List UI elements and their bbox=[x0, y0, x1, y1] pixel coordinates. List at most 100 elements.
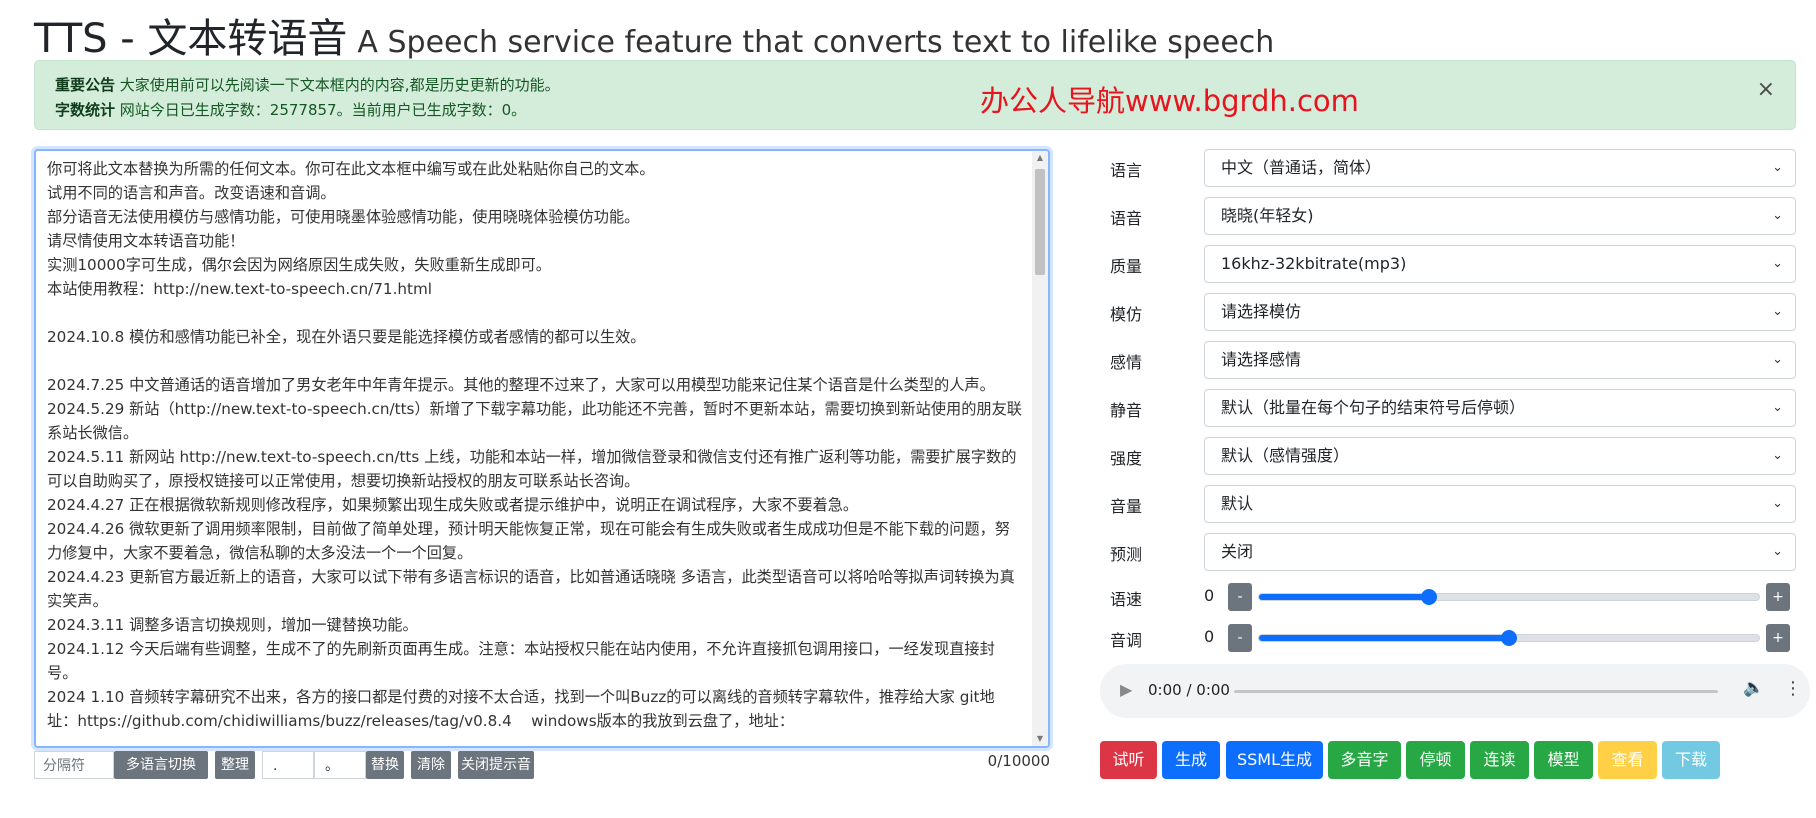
polyphone-button[interactable]: 多音字 bbox=[1328, 741, 1401, 779]
prediction-select[interactable]: 关闭 ⌄ bbox=[1204, 533, 1796, 571]
replace-input[interactable]: 。 bbox=[314, 751, 366, 779]
announcement-alert: 重要公告 大家使用前可以先阅读一下文本框内的内容,都是历史更新的功能。 字数统计… bbox=[34, 60, 1796, 130]
imitation-select[interactable]: 请选择模仿 ⌄ bbox=[1204, 293, 1796, 331]
pitch-value: 0 bbox=[1204, 627, 1215, 646]
model-button[interactable]: 模型 bbox=[1534, 741, 1593, 779]
play-icon[interactable]: ▶ bbox=[1120, 680, 1132, 699]
pitch-slider-thumb[interactable] bbox=[1501, 630, 1517, 646]
emotion-select[interactable]: 请选择感情 ⌄ bbox=[1204, 341, 1796, 379]
setting-label: 预测 bbox=[1110, 545, 1143, 564]
stats-text: 网站今日已生成字数：2577857。当前用户已生成字数：0。 bbox=[119, 101, 527, 119]
select-value: 默认（批量在每个句子的结束符号后停顿） bbox=[1221, 398, 1526, 417]
pitch-slider-fill bbox=[1259, 635, 1509, 641]
notice-line: 重要公告 大家使用前可以先阅读一下文本框内的内容,都是历史更新的功能。 bbox=[55, 74, 560, 95]
setting-label: 强度 bbox=[1110, 449, 1143, 468]
clear-button[interactable]: 清除 bbox=[411, 751, 451, 779]
page-header: TTS - 文本转语音 A Speech service feature tha… bbox=[34, 6, 1274, 62]
select-value: 关闭 bbox=[1221, 542, 1254, 561]
rate-slider-row: 语速 0 - + bbox=[1100, 583, 1796, 611]
setting-label: 静音 bbox=[1110, 401, 1143, 420]
rate-label: 语速 bbox=[1110, 590, 1143, 609]
select-value: 请选择模仿 bbox=[1221, 302, 1302, 321]
select-value: 默认（感情强度） bbox=[1221, 446, 1350, 465]
scroll-up-icon[interactable]: ▲ bbox=[1032, 151, 1048, 165]
char-counter: 0/10000 bbox=[987, 752, 1050, 770]
setting-label: 质量 bbox=[1110, 257, 1143, 276]
replace-button[interactable]: 替换 bbox=[366, 751, 404, 779]
audio-player: ▶ 0:00 / 0:00 🔈 ⋮ bbox=[1100, 664, 1810, 718]
chevron-down-icon: ⌄ bbox=[1772, 544, 1783, 559]
stats-line: 字数统计 网站今日已生成字数：2577857。当前用户已生成字数：0。 bbox=[55, 99, 526, 120]
watermark-text: 办公人导航www.bgrdh.com bbox=[980, 84, 1359, 118]
separator-input[interactable]: 分隔符 bbox=[34, 751, 114, 779]
multi-language-switch-button[interactable]: 多语言切换 bbox=[114, 751, 208, 779]
generate-button[interactable]: 生成 bbox=[1162, 741, 1220, 779]
setting-row-imitation: 模仿 请选择模仿 ⌄ bbox=[1100, 293, 1796, 331]
select-value: 晓晓(年轻女) bbox=[1221, 206, 1314, 225]
ssml-generate-button[interactable]: SSML生成 bbox=[1226, 741, 1323, 779]
rate-value: 0 bbox=[1204, 586, 1215, 605]
chevron-down-icon: ⌄ bbox=[1772, 256, 1783, 271]
rate-decrease-button[interactable]: - bbox=[1228, 583, 1252, 611]
pitch-decrease-button[interactable]: - bbox=[1228, 624, 1252, 652]
pitch-label: 音调 bbox=[1110, 631, 1143, 650]
find-input[interactable]: . bbox=[262, 751, 314, 779]
close-prompt-sound-button[interactable]: 关闭提示音 bbox=[458, 751, 534, 779]
select-value: 请选择感情 bbox=[1221, 350, 1302, 369]
setting-row-emotion: 感情 请选择感情 ⌄ bbox=[1100, 341, 1796, 379]
page-subtitle: A Speech service feature that converts t… bbox=[357, 25, 1275, 60]
liaison-button[interactable]: 连读 bbox=[1470, 741, 1529, 779]
view-button[interactable]: 查看 bbox=[1598, 741, 1657, 779]
volume-icon[interactable]: 🔈 bbox=[1743, 678, 1764, 698]
chevron-down-icon: ⌄ bbox=[1772, 160, 1783, 175]
setting-label: 模仿 bbox=[1110, 305, 1143, 324]
chevron-down-icon: ⌄ bbox=[1772, 448, 1783, 463]
notice-text: 大家使用前可以先阅读一下文本框内的内容,都是历史更新的功能。 bbox=[119, 76, 560, 94]
more-options-icon[interactable]: ⋮ bbox=[1784, 678, 1802, 699]
scroll-down-icon[interactable]: ▼ bbox=[1032, 732, 1048, 746]
silence-select[interactable]: 默认（批量在每个句子的结束符号后停顿） ⌄ bbox=[1204, 389, 1796, 427]
rate-slider-thumb[interactable] bbox=[1420, 589, 1437, 605]
rate-slider-track[interactable] bbox=[1258, 593, 1760, 601]
voice-select[interactable]: 晓晓(年轻女) ⌄ bbox=[1204, 197, 1796, 235]
chevron-down-icon: ⌄ bbox=[1772, 496, 1783, 511]
select-value: 16khz-32kbitrate(mp3) bbox=[1221, 254, 1407, 273]
setting-row-prediction: 预测 关闭 ⌄ bbox=[1100, 533, 1796, 571]
quality-select[interactable]: 16khz-32kbitrate(mp3) ⌄ bbox=[1204, 245, 1796, 283]
intensity-select[interactable]: 默认（感情强度） ⌄ bbox=[1204, 437, 1796, 475]
language-select[interactable]: 中文（普通话，简体） ⌄ bbox=[1204, 149, 1796, 187]
chevron-down-icon: ⌄ bbox=[1772, 400, 1783, 415]
audio-time: 0:00 / 0:00 bbox=[1148, 681, 1230, 699]
pitch-slider-row: 音调 0 - + bbox=[1100, 624, 1796, 652]
select-value: 默认 bbox=[1221, 494, 1254, 513]
chevron-down-icon: ⌄ bbox=[1772, 352, 1783, 367]
rate-increase-button[interactable]: + bbox=[1766, 583, 1790, 611]
close-icon[interactable]: × bbox=[1757, 77, 1775, 102]
scroll-thumb[interactable] bbox=[1035, 169, 1045, 275]
pitch-increase-button[interactable]: + bbox=[1766, 624, 1790, 652]
setting-row-language: 语言 中文（普通话，简体） ⌄ bbox=[1100, 149, 1796, 187]
text-input-area[interactable]: 你可将此文本替换为所需的任何文本。你可在此文本框中编写或在此处粘贴你自己的文本。… bbox=[34, 149, 1050, 748]
pause-button[interactable]: 停顿 bbox=[1406, 741, 1465, 779]
preview-button[interactable]: 试听 bbox=[1100, 741, 1157, 779]
page-title: TTS - 文本转语音 bbox=[34, 16, 348, 62]
audio-progress-bar[interactable] bbox=[1234, 690, 1718, 693]
setting-row-silence: 静音 默认（批量在每个句子的结束符号后停顿） ⌄ bbox=[1100, 389, 1796, 427]
setting-row-intensity: 强度 默认（感情强度） ⌄ bbox=[1100, 437, 1796, 475]
chevron-down-icon: ⌄ bbox=[1772, 208, 1783, 223]
setting-label: 感情 bbox=[1110, 353, 1143, 372]
setting-label: 语言 bbox=[1110, 161, 1143, 180]
chevron-down-icon: ⌄ bbox=[1772, 304, 1783, 319]
setting-label: 音量 bbox=[1110, 497, 1143, 516]
editor-content[interactable]: 你可将此文本替换为所需的任何文本。你可在此文本框中编写或在此处粘贴你自己的文本。… bbox=[47, 157, 1022, 733]
select-value: 中文（普通话，简体） bbox=[1221, 158, 1382, 177]
setting-row-quality: 质量 16khz-32kbitrate(mp3) ⌄ bbox=[1100, 245, 1796, 283]
editor-scrollbar[interactable]: ▲ ▼ bbox=[1032, 151, 1048, 746]
setting-row-voice: 语音 晓晓(年轻女) ⌄ bbox=[1100, 197, 1796, 235]
setting-label: 语音 bbox=[1110, 209, 1143, 228]
download-button[interactable]: 下载 bbox=[1662, 741, 1720, 779]
rate-slider-fill bbox=[1259, 594, 1429, 600]
notice-label: 重要公告 bbox=[55, 76, 116, 94]
tidy-button[interactable]: 整理 bbox=[215, 751, 255, 779]
volume-select[interactable]: 默认 ⌄ bbox=[1204, 485, 1796, 523]
